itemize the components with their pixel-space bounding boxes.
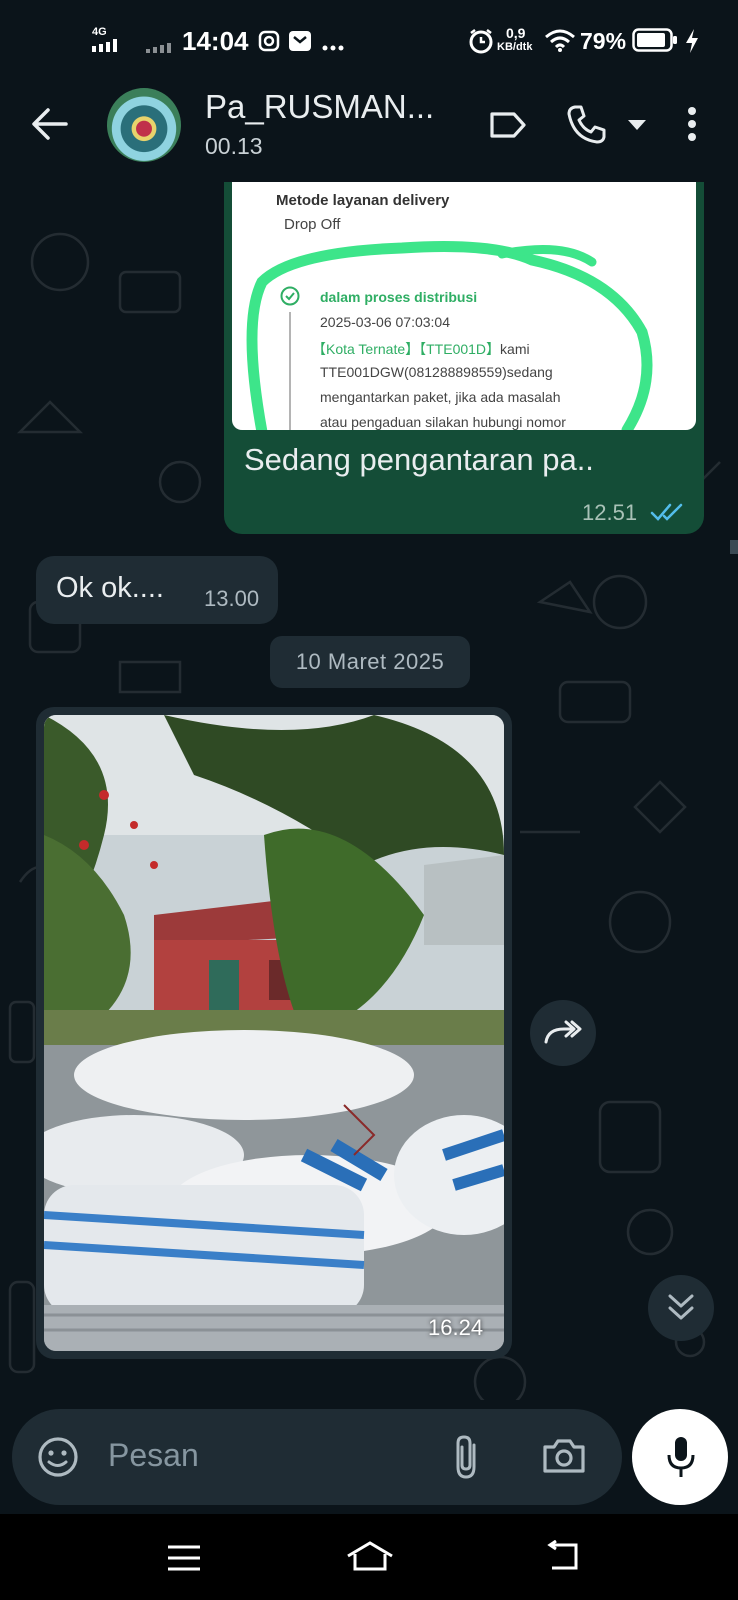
camera-icon[interactable] bbox=[542, 1437, 586, 1480]
mail-icon bbox=[288, 29, 312, 58]
double-chevron-down-icon bbox=[668, 1293, 694, 1328]
voice-message-button[interactable] bbox=[632, 1409, 728, 1505]
recents-icon[interactable] bbox=[166, 1544, 202, 1577]
outgoing-message[interactable]: Metode layanan delivery Drop Off dalam p… bbox=[224, 182, 704, 534]
last-seen[interactable]: 00.13 bbox=[205, 133, 263, 160]
image-time: 16.24 bbox=[428, 1315, 484, 1340]
incoming-time: 13.00 bbox=[204, 586, 260, 611]
charging-icon bbox=[684, 28, 700, 59]
message-input[interactable]: Pesan bbox=[108, 1437, 199, 1474]
shot-datetime: 2025-03-06 07:03:04 bbox=[320, 314, 450, 330]
home-icon[interactable] bbox=[346, 1540, 394, 1577]
phone-icon[interactable] bbox=[566, 104, 606, 149]
shot-location: 【Kota Ternate】【TTE001D】kami bbox=[312, 339, 530, 359]
signal-icon bbox=[92, 38, 130, 57]
system-nav-bar bbox=[0, 1514, 738, 1600]
microphone-icon bbox=[666, 1435, 696, 1484]
photo-sacks-on-truck bbox=[44, 715, 504, 1351]
incoming-image-message[interactable]: 16.24 bbox=[36, 707, 512, 1359]
wifi-icon bbox=[544, 28, 576, 57]
outgoing-time: 12.51 bbox=[582, 500, 638, 525]
dropdown-icon[interactable] bbox=[627, 118, 647, 136]
forward-icon bbox=[544, 1020, 584, 1051]
shot-status: dalam proses distribusi bbox=[320, 289, 478, 305]
alarm-icon bbox=[468, 28, 494, 59]
date-label: 10 Maret 2025 bbox=[295, 649, 445, 674]
network-type: 4G bbox=[92, 26, 107, 38]
status-bar: 4G 14:04 0,9 KB/dtk 79% bbox=[0, 0, 738, 80]
back-arrow-icon[interactable] bbox=[30, 106, 68, 147]
battery-icon bbox=[632, 28, 678, 57]
back-nav-icon[interactable] bbox=[542, 1539, 582, 1577]
label-icon[interactable] bbox=[489, 110, 527, 145]
more-icon[interactable] bbox=[687, 106, 697, 147]
shot-location-tag: 【Kota Ternate】【TTE001D】 bbox=[312, 341, 501, 357]
shot-line2: TTE001DGW(081288898559)sedang bbox=[320, 364, 553, 380]
contact-avatar[interactable] bbox=[107, 88, 181, 162]
chat-header: Pa_RUSMAN... 00.13 bbox=[0, 80, 738, 182]
net-speed-unit: KB/dtk bbox=[497, 41, 533, 53]
chat-area[interactable]: Metode layanan delivery Drop Off dalam p… bbox=[0, 182, 738, 1400]
outgoing-caption: Sedang pengantaran pa.. bbox=[244, 442, 594, 477]
net-speed-value: 0,9 bbox=[506, 25, 526, 41]
forward-button[interactable] bbox=[530, 1000, 596, 1066]
scroll-down-button[interactable] bbox=[648, 1275, 714, 1341]
message-input-bar[interactable]: Pesan bbox=[12, 1409, 622, 1505]
date-separator: 10 Maret 2025 bbox=[270, 636, 470, 688]
more-notifications-icon bbox=[322, 38, 344, 56]
shot-line3: mengantarkan paket, jika ada masalah bbox=[320, 389, 561, 405]
check-circle-icon bbox=[280, 286, 300, 311]
double-check-icon bbox=[650, 502, 684, 527]
tracking-screenshot[interactable]: Metode layanan delivery Drop Off dalam p… bbox=[232, 182, 696, 430]
photo[interactable] bbox=[44, 715, 504, 1351]
incoming-text: Ok ok.... bbox=[56, 572, 164, 604]
incoming-message[interactable]: Ok ok.... 13.00 bbox=[36, 556, 278, 624]
instagram-icon bbox=[258, 30, 280, 57]
scroll-indicator bbox=[730, 540, 738, 554]
signal-2-icon bbox=[146, 40, 176, 58]
clock: 14:04 bbox=[182, 26, 249, 56]
contact-name[interactable]: Pa_RUSMAN... bbox=[205, 88, 434, 126]
sticker-icon[interactable] bbox=[36, 1435, 80, 1484]
attach-icon[interactable] bbox=[452, 1433, 482, 1486]
shot-line4: atau pengaduan silakan hubungi nomor bbox=[320, 414, 566, 430]
battery-percent: 79% bbox=[580, 28, 627, 54]
shot-line1-rest: kami bbox=[500, 341, 530, 357]
